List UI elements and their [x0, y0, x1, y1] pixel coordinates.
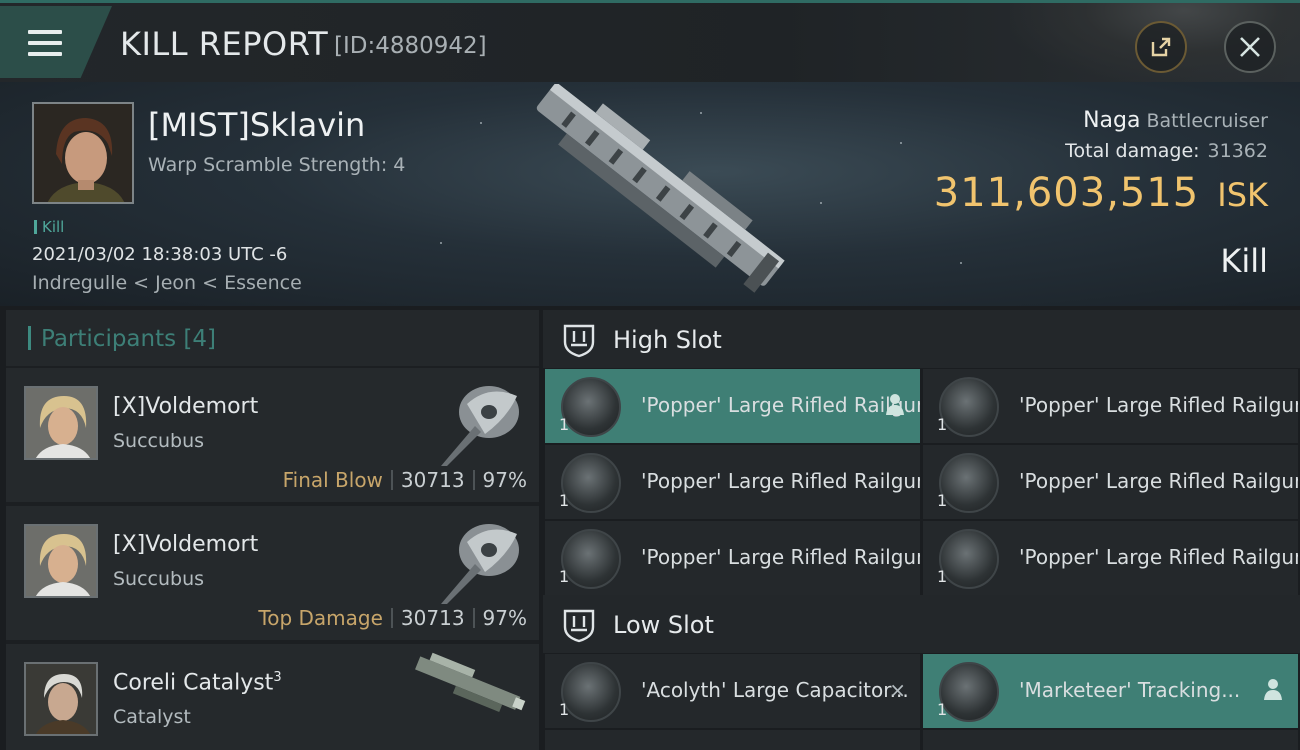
participant-ship-image — [441, 386, 519, 466]
participant-ship: Succubus — [113, 568, 205, 590]
participant-ship: Succubus — [113, 430, 205, 452]
low-slot-label: Low Slot — [613, 611, 714, 639]
share-export-icon — [1151, 37, 1171, 57]
victim-summary: [MIST]Sklavin Warp Scramble Strength: 4 … — [0, 82, 1300, 306]
person-icon — [886, 394, 904, 415]
railgun-icon — [561, 529, 621, 589]
slot-qty: 1 — [559, 415, 570, 434]
kill-tag: Kill — [34, 218, 64, 236]
railgun-icon — [939, 377, 999, 437]
railgun-icon — [939, 453, 999, 513]
participant-name: [X]Voldemort — [113, 394, 259, 419]
slot-item[interactable] — [545, 730, 920, 750]
kill-result: Kill — [1220, 242, 1268, 280]
participant-stats: Final Blow 30713 97% — [283, 468, 527, 492]
warp-scramble-strength: Warp Scramble Strength: 4 — [148, 154, 406, 176]
slot-qty: 1 — [937, 567, 948, 586]
tracking-module-icon — [939, 662, 999, 722]
railgun-icon — [561, 377, 621, 437]
participant-ship-image — [415, 652, 526, 713]
participant-avatar — [24, 386, 98, 460]
slot-qty: 1 — [559, 491, 570, 510]
participant-ship-image — [441, 524, 519, 604]
slot-qty: 1 — [559, 567, 570, 586]
victim-name[interactable]: [MIST]Sklavin — [148, 106, 365, 144]
slot-item[interactable]: 1 'Marketeer' Tracking... — [923, 654, 1298, 728]
isk-amount: 311,603,515 — [933, 170, 1200, 216]
slot-item-name: 'Popper' Large Rifled Railgun — [641, 393, 920, 417]
top-bar: KILL REPORT [ID:4880942] — [0, 0, 1300, 83]
person-icon — [1264, 679, 1282, 700]
hamburger-menu-icon — [28, 30, 62, 63]
slot-item[interactable]: 1 'Popper' Large Rifled Railgun — [545, 521, 920, 595]
victim-portrait[interactable] — [32, 102, 134, 204]
total-damage-label: Total damage: — [1065, 140, 1200, 162]
kill-location[interactable]: Indregulle < Jeon < Essence — [32, 272, 302, 294]
slot-item[interactable] — [923, 730, 1298, 750]
close-icon: × — [889, 678, 906, 702]
participant-name: [X]Voldemort — [113, 532, 259, 557]
slot-item-name: 'Popper' Large Rifled Railgun — [641, 469, 920, 493]
ship-class: Battlecruiser — [1146, 110, 1268, 132]
participant-row[interactable]: Coreli Catalyst3 Catalyst — [6, 644, 539, 750]
slot-qty: 1 — [559, 700, 570, 719]
slot-item[interactable]: 1 'Acolyth' Large Capacitor... × — [545, 654, 920, 728]
participant-avatar — [24, 524, 98, 598]
railgun-icon — [939, 529, 999, 589]
close-button[interactable] — [1224, 21, 1276, 73]
participant-percent: 97% — [482, 606, 527, 630]
page-title: KILL REPORT — [120, 25, 329, 63]
total-damage: Total damage: 31362 — [1065, 140, 1268, 162]
slot-qty: 1 — [937, 415, 948, 434]
participant-damage: 30713 — [400, 468, 465, 492]
close-icon — [1240, 37, 1260, 57]
slot-item[interactable]: 1 'Popper' Large Rifled Railgun — [545, 445, 920, 519]
slot-qty: 1 — [937, 491, 948, 510]
shield-slot-icon — [563, 609, 595, 643]
participant-stats: Top Damage 30713 97% — [258, 606, 527, 630]
isk-value: 311,603,515 ISK — [934, 170, 1268, 216]
slot-item[interactable]: 1 'Popper' Large Rifled Railgun — [545, 369, 920, 443]
slot-item-name: 'Popper' Large Rifled Railgun — [1019, 545, 1298, 569]
railgun-icon — [561, 453, 621, 513]
slot-item-name: 'Popper' Large Rifled Railgun — [641, 545, 920, 569]
total-damage-value: 31362 — [1207, 140, 1268, 162]
slot-item-name: 'Acolyth' Large Capacitor... — [641, 678, 909, 702]
participant-ship: Catalyst — [113, 706, 191, 728]
participant-percent: 97% — [482, 468, 527, 492]
participant-row[interactable]: [X]Voldemort Succubus Top Damage 30713 97% — [6, 506, 539, 640]
participants-header[interactable]: Participants [4] — [6, 310, 539, 366]
ship-name: Naga — [1083, 108, 1141, 133]
high-slot-label: High Slot — [613, 326, 722, 354]
slot-item-name: 'Popper' Large Rifled Railgun — [1019, 469, 1298, 493]
ship-type[interactable]: Naga Battlecruiser — [1083, 108, 1268, 133]
participant-role: Final Blow — [282, 468, 383, 492]
participant-avatar — [24, 662, 98, 736]
slot-item[interactable]: 1 'Popper' Large Rifled Railgun — [923, 521, 1298, 595]
isk-unit: ISK — [1217, 176, 1268, 214]
shield-slot-icon — [563, 324, 595, 358]
share-button[interactable] — [1135, 21, 1187, 73]
participant-name: Coreli Catalyst3 — [113, 670, 282, 696]
participants-panel: Participants [4] [X]Voldemort Succubus F… — [6, 310, 539, 750]
high-slot-header: High Slot — [543, 310, 1300, 368]
slot-qty: 1 — [937, 700, 948, 719]
low-slot-header: Low Slot — [543, 595, 1300, 653]
participant-name-superscript: 3 — [273, 670, 282, 685]
report-id: [ID:4880942] — [334, 33, 487, 59]
slot-item[interactable]: 1 'Popper' Large Rifled Railgun — [923, 445, 1298, 519]
victim-ship-image[interactable] — [520, 84, 790, 299]
kill-datetime: 2021/03/02 18:38:03 UTC -6 — [32, 244, 288, 265]
slot-item-name: 'Marketeer' Tracking... — [1019, 678, 1241, 702]
capacitor-icon — [561, 662, 621, 722]
participant-row[interactable]: [X]Voldemort Succubus Final Blow 30713 97% — [6, 368, 539, 502]
menu-button[interactable] — [0, 6, 112, 78]
slot-item-name: 'Popper' Large Rifled Railgun — [1019, 393, 1298, 417]
slot-item[interactable]: 1 'Popper' Large Rifled Railgun — [923, 369, 1298, 443]
participant-damage: 30713 — [400, 606, 465, 630]
participant-role: Top Damage — [258, 606, 383, 630]
